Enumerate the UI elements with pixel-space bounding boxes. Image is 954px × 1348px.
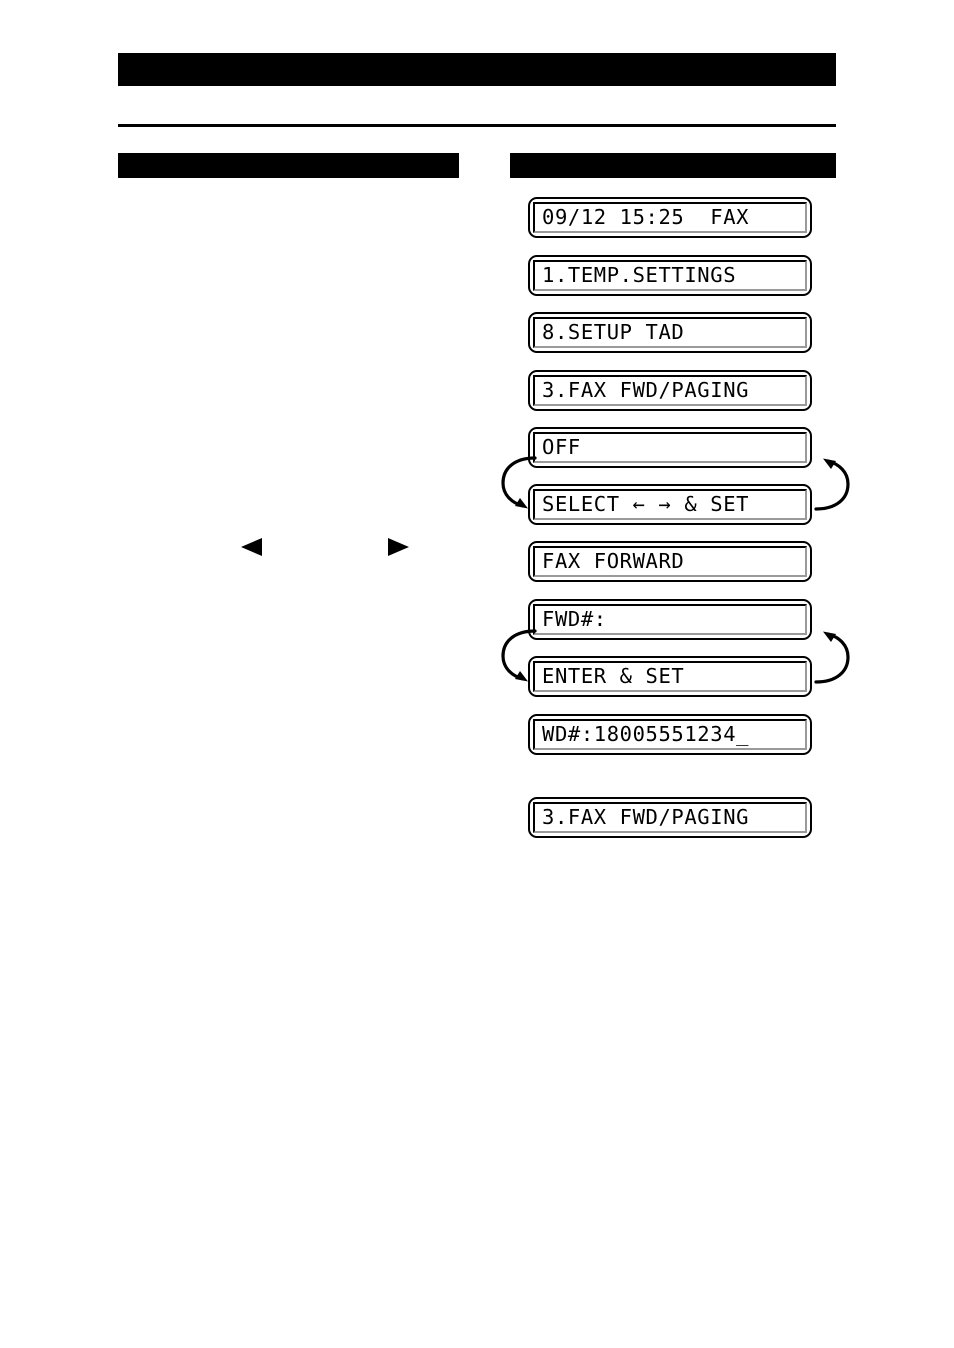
horizontal-rule-top bbox=[118, 124, 836, 127]
lcd-text: ENTER & SET bbox=[542, 664, 685, 689]
page-title-bar bbox=[118, 53, 836, 86]
lcd-menu-fax-fwd-paging-return: 3.FAX FWD/PAGING bbox=[528, 797, 812, 838]
lcd-screen: FWD#: bbox=[533, 604, 807, 635]
lcd-option-off: OFF bbox=[528, 427, 812, 468]
lcd-option-fax-forward: FAX FORWARD bbox=[528, 541, 812, 582]
lcd-screen: 09/12 15:25 FAX bbox=[533, 202, 807, 233]
lcd-screen: 3.FAX FWD/PAGING bbox=[533, 375, 807, 406]
lcd-standby-display: 09/12 15:25 FAX bbox=[528, 197, 812, 238]
lcd-text: 1.TEMP.SETTINGS bbox=[542, 263, 737, 288]
lcd-menu-setup-tad: 8.SETUP TAD bbox=[528, 312, 812, 353]
lcd-text: FAX FORWARD bbox=[542, 549, 685, 574]
left-section-heading-bar bbox=[118, 153, 459, 178]
lcd-screen: OFF bbox=[533, 432, 807, 463]
lcd-fwd-number-entered: WD#:18005551234_ bbox=[528, 714, 812, 755]
document-page: 09/12 15:25 FAX 1.TEMP.SETTINGS 8.SETUP … bbox=[0, 0, 954, 1348]
lcd-prompt-select-set: SELECT ← → & SET bbox=[528, 484, 812, 525]
lcd-screen: FAX FORWARD bbox=[533, 546, 807, 577]
lcd-screen: SELECT ← → & SET bbox=[533, 489, 807, 520]
lcd-prompt-enter-set: ENTER & SET bbox=[528, 656, 812, 697]
lcd-text: 09/12 15:25 FAX bbox=[542, 205, 750, 230]
lcd-text: 3.FAX FWD/PAGING bbox=[542, 378, 750, 403]
triangle-left-icon bbox=[241, 538, 262, 556]
curved-loop-arrow-right bbox=[814, 458, 850, 511]
lcd-menu-temp-settings: 1.TEMP.SETTINGS bbox=[528, 255, 812, 296]
lcd-screen: 3.FAX FWD/PAGING bbox=[533, 802, 807, 833]
lcd-text: SELECT ← → & SET bbox=[542, 492, 750, 517]
lcd-text: OFF bbox=[542, 435, 581, 460]
triangle-right-icon bbox=[388, 538, 409, 556]
right-section-heading-bar bbox=[510, 153, 836, 178]
lcd-text: 8.SETUP TAD bbox=[542, 320, 685, 345]
curved-loop-arrow-right bbox=[814, 631, 850, 684]
lcd-screen: ENTER & SET bbox=[533, 661, 807, 692]
lcd-text: FWD#: bbox=[542, 607, 607, 632]
lcd-menu-fax-fwd-paging: 3.FAX FWD/PAGING bbox=[528, 370, 812, 411]
lcd-screen: WD#:18005551234_ bbox=[533, 719, 807, 750]
lcd-text: 3.FAX FWD/PAGING bbox=[542, 805, 750, 830]
lcd-text: WD#:18005551234_ bbox=[542, 722, 750, 747]
lcd-screen: 1.TEMP.SETTINGS bbox=[533, 260, 807, 291]
lcd-prompt-fwd-number: FWD#: bbox=[528, 599, 812, 640]
lcd-screen: 8.SETUP TAD bbox=[533, 317, 807, 348]
